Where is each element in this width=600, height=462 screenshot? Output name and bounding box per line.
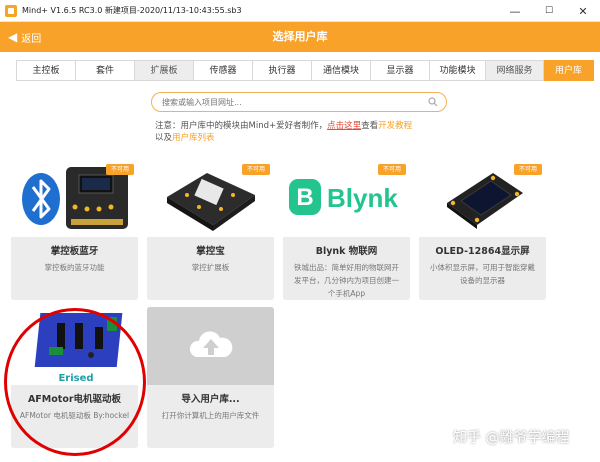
card-thumbnail — [147, 307, 274, 385]
search-input[interactable] — [162, 95, 422, 110]
tab-actuators[interactable]: 执行器 — [253, 60, 312, 81]
unavailable-badge: 不可用 — [378, 164, 406, 175]
erised-brand-text: Erised — [58, 373, 93, 384]
card-thumbnail: 不可用 — [419, 159, 546, 237]
card-description: 小体积显示屏，可用于智能穿戴设备的显示器 — [430, 263, 535, 285]
zhihu-watermark: 知乎 @雕爷学编程 — [453, 430, 570, 446]
unavailable-badge: 不可用 — [106, 164, 134, 175]
card-description: 打开你计算机上的用户库文件 — [161, 411, 260, 420]
minimize-button[interactable]: — — [498, 0, 532, 22]
library-notice: 注意：用户库中的模块由Mind+爱好者制作，点击这里查看开发教程以及用户库列表 — [155, 120, 455, 144]
library-card-oled[interactable]: 不可用 OLED-12864显示屏 小体积显示屏，可用于智能穿戴设备的显示器 — [419, 159, 546, 300]
notice-text-and: 以及 — [155, 133, 173, 143]
search-icon[interactable] — [428, 97, 438, 107]
back-label: 返回 — [21, 33, 42, 45]
tab-display[interactable]: 显示器 — [371, 60, 430, 81]
card-title: OLED-12864显示屏 — [435, 246, 530, 257]
library-card-blynk[interactable]: B Blynk 不可用 Blynk 物联网 铁城出品：简单好用的物联网开发平台，… — [283, 159, 410, 300]
library-card-afmotor[interactable]: Erised AFMotor电机驱动板 AFMotor 电机驱动板 By:hoc… — [11, 307, 138, 448]
library-card-bluetooth[interactable]: 不可用 掌控板蓝牙 掌控板的蓝牙功能 — [11, 159, 138, 300]
card-description: 掌控扩展板 — [191, 263, 230, 272]
afmotor-board-image: Erised — [11, 307, 138, 385]
tab-sensors[interactable]: 传感器 — [194, 60, 253, 81]
page-header: ◀ 返回 选择用户库 — [0, 22, 600, 52]
back-button[interactable]: ◀ 返回 — [8, 22, 41, 52]
maximize-button[interactable]: ☐ — [532, 0, 566, 22]
card-title: 掌控宝 — [196, 246, 225, 257]
blynk-logo-text: Blynk — [327, 183, 398, 213]
window-title: Mind+ V1.6.5 RC3.0 新建项目-2020/11/13-10:43… — [22, 6, 242, 15]
card-description: AFMotor 电机驱动板 By:hockel — [19, 411, 130, 420]
import-library-card[interactable]: 导入用户库... 打开你计算机上的用户库文件 — [147, 307, 274, 448]
dev-tutorial-link[interactable]: 开发教程 — [378, 121, 412, 131]
notice-text-view: 查看 — [361, 121, 379, 131]
tab-network-services[interactable]: 网络服务 — [486, 60, 544, 81]
close-button[interactable]: ✕ — [566, 0, 600, 22]
card-title: 导入用户库... — [181, 394, 240, 405]
back-arrow-icon: ◀ — [8, 30, 18, 44]
card-title: 掌控板蓝牙 — [50, 246, 99, 257]
tab-main-board[interactable]: 主控板 — [16, 60, 76, 81]
unavailable-badge: 不可用 — [514, 164, 542, 175]
tab-communication[interactable]: 通信模块 — [312, 60, 371, 81]
card-thumbnail: 不可用 — [11, 159, 138, 237]
card-thumbnail: 不可用 — [147, 159, 274, 237]
card-title: Blynk 物联网 — [315, 246, 378, 257]
unavailable-badge: 不可用 — [242, 164, 270, 175]
card-title: AFMotor电机驱动板 — [27, 394, 122, 405]
category-tabs: 主控板 套件 扩展板 传感器 执行器 通信模块 显示器 功能模块 网络服务 用户… — [16, 60, 594, 81]
notice-text: 注意：用户库中的模块由Mind+爱好者制作， — [155, 121, 328, 131]
tab-user-library[interactable]: 用户库 — [544, 60, 594, 81]
tab-expansion-board[interactable]: 扩展板 — [135, 60, 194, 81]
card-thumbnail: Erised — [11, 307, 138, 385]
library-list-link[interactable]: 用户库列表 — [172, 133, 215, 143]
cloud-upload-icon — [189, 331, 233, 357]
blynk-logo-letter: B — [296, 184, 313, 211]
library-card-expansion[interactable]: 不可用 掌控宝 掌控扩展板 — [147, 159, 274, 300]
card-description: 铁城出品：简单好用的物联网开发平台，几分钟内为项目创建一个手机App — [294, 263, 399, 298]
tab-function-modules[interactable]: 功能模块 — [430, 60, 486, 81]
click-here-link[interactable]: 点击这里 — [327, 121, 361, 131]
card-description: 掌控板的蓝牙功能 — [44, 263, 105, 272]
page-title: 选择用户库 — [272, 30, 328, 43]
card-thumbnail: B Blynk 不可用 — [283, 159, 410, 237]
search-box — [151, 92, 447, 112]
tab-kits[interactable]: 套件 — [76, 60, 135, 81]
app-logo-icon — [5, 4, 17, 17]
